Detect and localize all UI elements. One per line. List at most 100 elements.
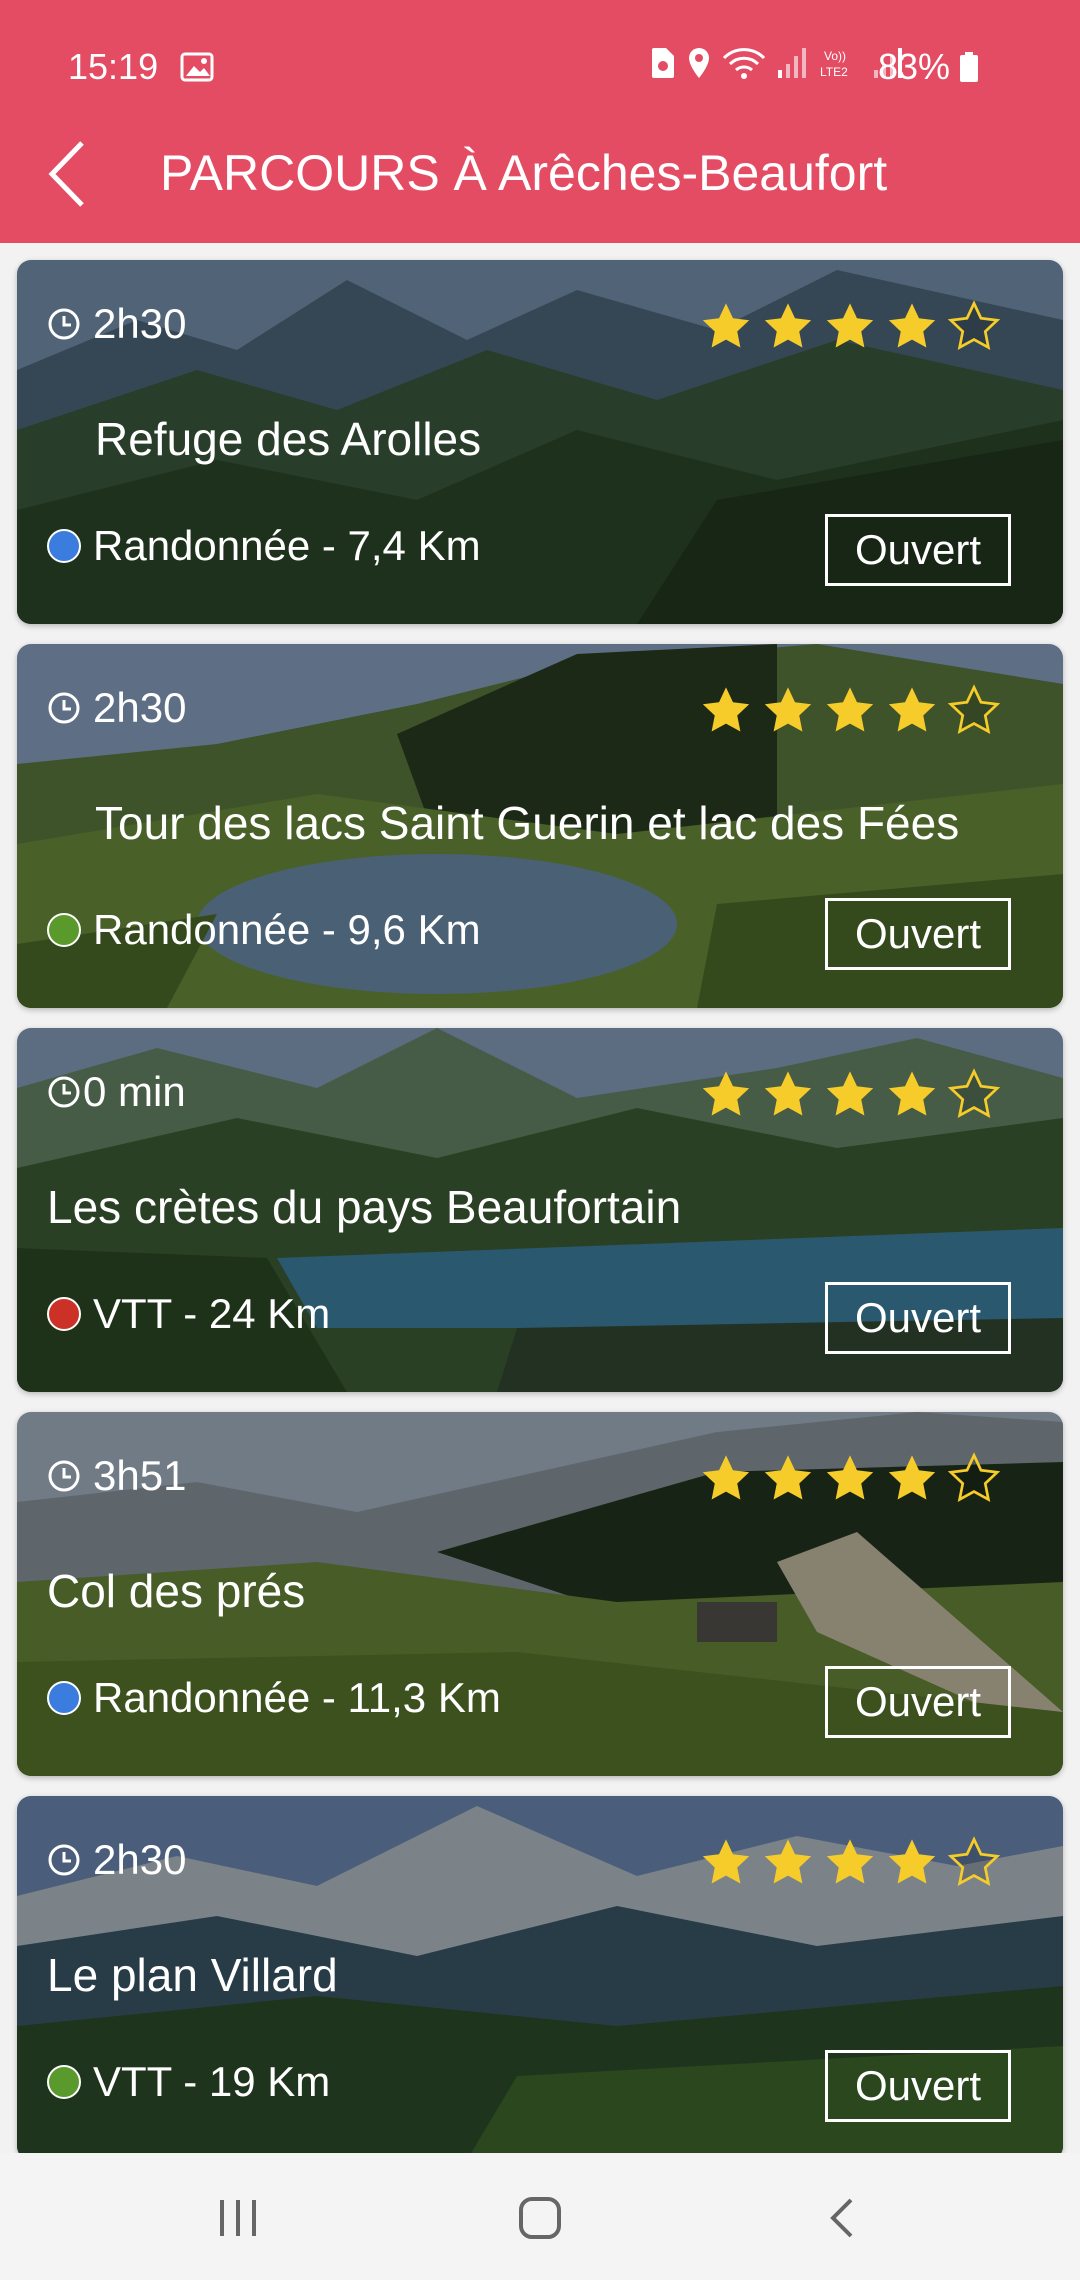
clock-icon [48,692,80,724]
clock-icon [48,1076,80,1108]
difficulty-dot [47,1297,81,1331]
route-title: Refuge des Arolles [95,413,482,465]
duration-label: 0 min [83,1068,186,1115]
route-meta-label: VTT - 19 Km [93,2058,331,2105]
status-time: 15:19 [68,46,159,87]
duration: 2h30 [47,684,186,732]
route-meta-label: Randonnée - 11,3 Km [93,1674,501,1721]
star-outline-icon [947,1068,1001,1119]
rating [699,1836,1001,1890]
duration: 2h30 [47,300,186,348]
clock-icon [48,1460,80,1492]
recent-apps-button[interactable] [198,2183,278,2253]
home-button[interactable] [500,2183,580,2253]
route-meta-label: Randonnée - 9,6 Km [93,906,481,953]
clock-icon [48,308,80,340]
status-bar: 15:19 Vo)) LTE2 83% [0,40,1080,96]
svg-text:Vo)): Vo)) [824,49,846,63]
rating [699,684,1001,738]
battery-level: 83% [877,46,950,87]
route-meta: VTT - 19 Km [47,2058,330,2106]
route-meta: Randonnée - 7,4 Km [47,522,481,570]
route-card[interactable]: 3h51 Col des prés Randonnée - 11,3 Km Ou… [17,1412,1063,1776]
star-icon [826,1071,874,1116]
route-meta: Randonnée - 11,3 Km [47,1674,501,1722]
route-list[interactable]: 2h30 Refuge des Arolles Randonnée - 7,4 … [0,243,1080,2153]
star-outline-icon [947,1452,1001,1503]
difficulty-dot [47,1681,81,1715]
clock-icon [48,1844,80,1876]
star-icon [764,1455,812,1500]
page-title: PARCOURS À Arêches-Beaufort [160,145,888,201]
status-button[interactable]: Ouvert [825,1666,1011,1738]
route-meta: VTT - 24 Km [47,1290,330,1338]
rating [699,300,1001,354]
gallery-icon [180,52,214,82]
duration-label: 2h30 [93,684,187,731]
star-icon [888,687,936,732]
rating [699,1068,1001,1122]
route-card[interactable]: 2h30 Le plan Villard VTT - 19 Km Ouvert [17,1796,1063,2153]
duration-label: 3h51 [93,1452,187,1499]
route-meta-label: VTT - 24 Km [93,1290,331,1337]
duration: 0 min [47,1068,186,1116]
star-icon [888,1839,936,1884]
star-outline-icon [947,684,1001,735]
star-icon [702,1839,750,1884]
route-meta: Randonnée - 9,6 Km [47,906,481,954]
star-icon [764,1839,812,1884]
route-card[interactable]: 0 min Les crètes du pays Beaufortain VTT… [17,1028,1063,1392]
star-icon [764,303,812,348]
signal-icon [778,48,806,78]
chevron-left-icon [48,141,84,207]
difficulty-dot [47,913,81,947]
volte-icon: Vo)) LTE2 [820,49,848,79]
status-icons: Vo)) LTE2 [650,46,904,80]
route-title: Col des prés [47,1565,306,1617]
star-icon [702,1455,750,1500]
duration: 3h51 [47,1452,186,1500]
svg-text:LTE2: LTE2 [820,65,848,79]
wifi-icon [722,48,766,79]
back-icon [830,2198,853,2238]
star-icon [826,687,874,732]
star-icon [888,1455,936,1500]
route-card[interactable]: 2h30 Refuge des Arolles Randonnée - 7,4 … [17,260,1063,624]
home-icon [519,2197,561,2239]
route-card[interactable]: 2h30 Tour des lacs Saint Guerin et lac d… [17,644,1063,1008]
difficulty-dot [47,2065,81,2099]
sim-icon [652,48,674,78]
star-icon [702,687,750,732]
duration-label: 2h30 [93,1836,187,1883]
route-title: Le plan Villard [47,1949,338,2001]
difficulty-dot [47,529,81,563]
system-nav-bar [0,2153,1080,2280]
battery-icon [960,52,978,82]
route-meta-label: Randonnée - 7,4 Km [93,522,481,569]
recent-apps-icon [220,2200,256,2236]
status-button[interactable]: Ouvert [825,2050,1011,2122]
star-outline-icon [947,1836,1001,1887]
star-icon [826,303,874,348]
route-title: Les crètes du pays Beaufortain [47,1181,682,1233]
star-icon [764,687,812,732]
back-nav-button[interactable] [802,2183,882,2253]
star-icon [764,1071,812,1116]
app-bar: 15:19 Vo)) LTE2 83% PARCOURS À Arêches-B… [0,0,1080,243]
star-icon [888,1071,936,1116]
duration-label: 2h30 [93,300,187,347]
star-icon [702,1071,750,1116]
title-bar: PARCOURS À Arêches-Beaufort [0,130,1080,220]
duration: 2h30 [47,1836,186,1884]
location-icon [689,48,709,78]
back-button[interactable] [26,134,106,214]
star-icon [826,1839,874,1884]
star-icon [702,303,750,348]
status-button[interactable]: Ouvert [825,898,1011,970]
star-icon [888,303,936,348]
star-icon [826,1455,874,1500]
star-outline-icon [947,300,1001,351]
status-button[interactable]: Ouvert [825,1282,1011,1354]
status-button[interactable]: Ouvert [825,514,1011,586]
rating [699,1452,1001,1506]
